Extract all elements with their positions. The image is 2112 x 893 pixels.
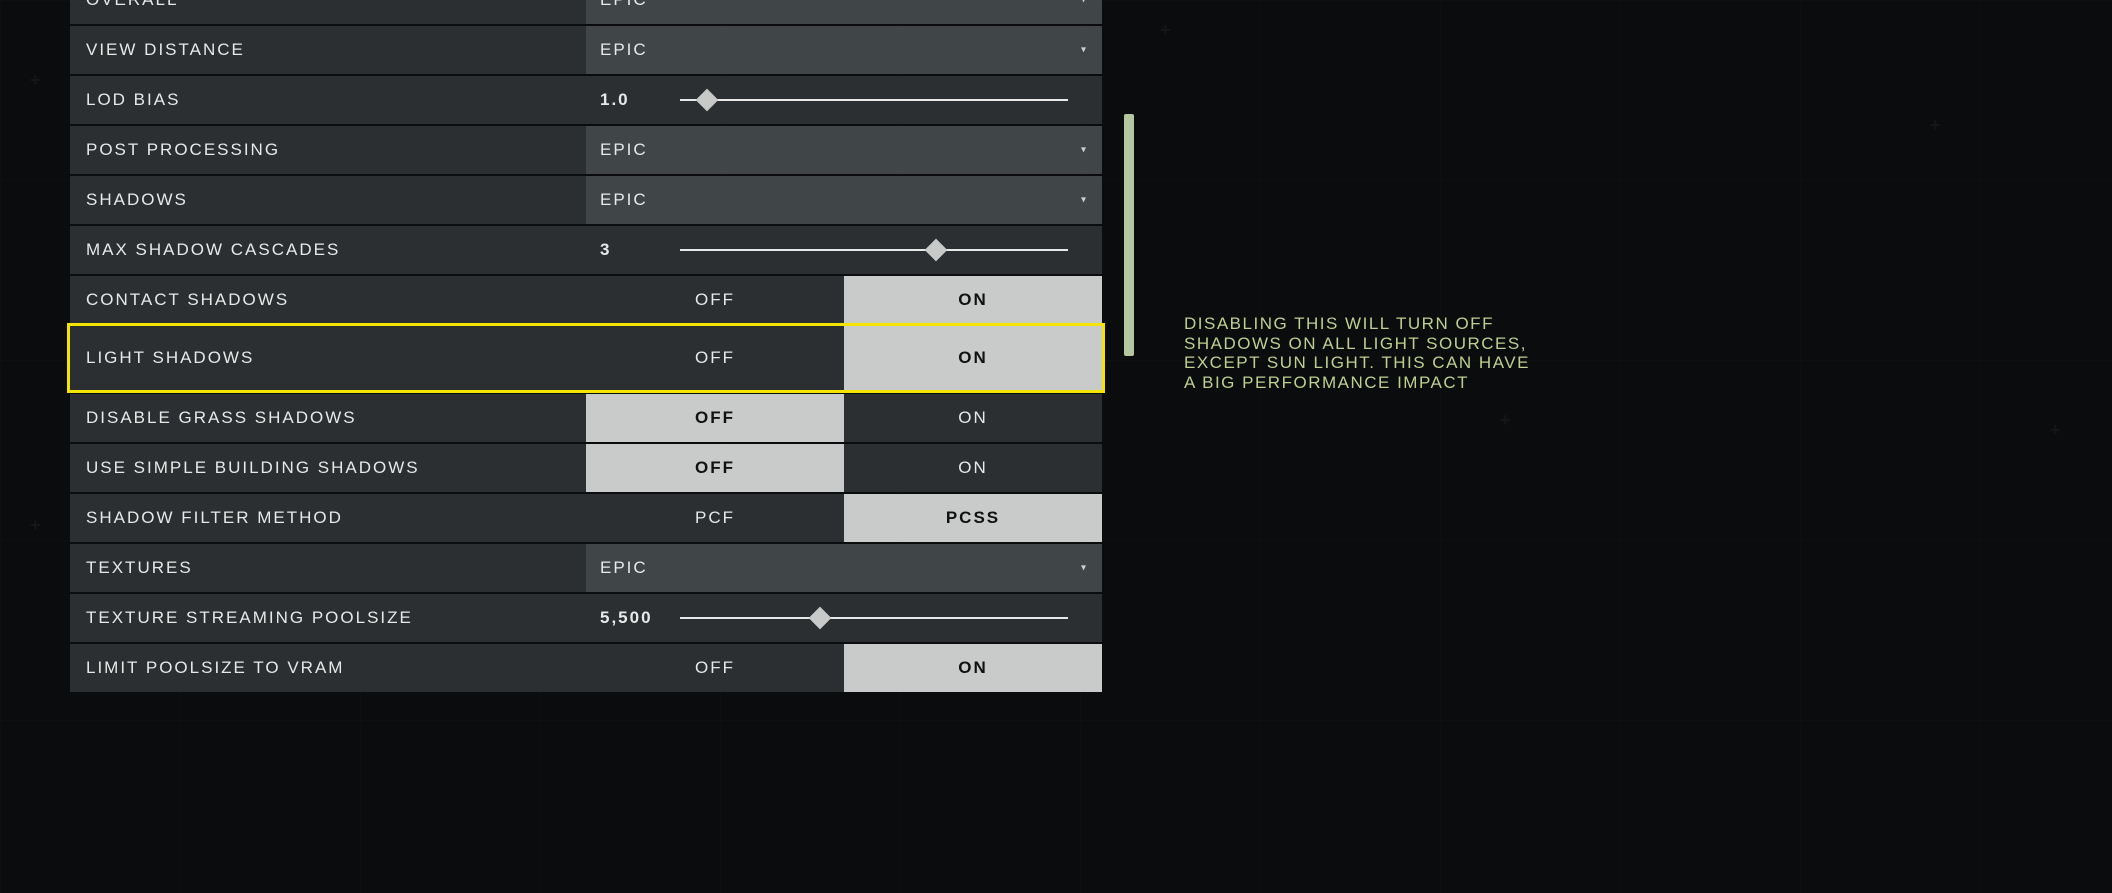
setting-row: DISABLE GRASS SHADOWSOFFON	[70, 394, 1102, 442]
setting-label: VIEW DISTANCE	[70, 26, 586, 74]
setting-label: LIGHT SHADOWS	[70, 326, 586, 390]
toggle-option-b[interactable]: ON	[844, 644, 1102, 692]
setting-control: 3	[586, 226, 1102, 274]
setting-control: EPIC ▾	[586, 26, 1102, 74]
setting-row: TEXTURES EPIC ▾	[70, 544, 1102, 592]
dropdown-value: EPIC	[600, 0, 648, 10]
setting-row: USE SIMPLE BUILDING SHADOWSOFFON	[70, 444, 1102, 492]
slider-track[interactable]	[680, 99, 1068, 101]
quality-dropdown[interactable]: EPIC ▾	[586, 176, 1102, 224]
setting-label: OVERALL	[70, 0, 586, 24]
setting-control: EPIC ▾	[586, 544, 1102, 592]
setting-row: CONTACT SHADOWSOFFON	[70, 276, 1102, 324]
setting-control: OFFON	[586, 276, 1102, 324]
slider-thumb[interactable]	[808, 607, 831, 630]
quality-dropdown[interactable]: EPIC ▾	[586, 0, 1102, 24]
chevron-down-icon: ▾	[1081, 563, 1088, 574]
setting-label: CONTACT SHADOWS	[70, 276, 586, 324]
slider-value: 5,500	[600, 608, 680, 628]
setting-control: OFFON	[586, 444, 1102, 492]
toggle: OFFON	[586, 644, 1102, 692]
dropdown-value: EPIC	[600, 558, 648, 578]
setting-control: EPIC ▾	[586, 176, 1102, 224]
setting-control: EPIC ▾	[586, 0, 1102, 24]
setting-label: TEXTURES	[70, 544, 586, 592]
setting-row: TEXTURE STREAMING POOLSIZE 5,500	[70, 594, 1102, 642]
setting-row: OVERALL EPIC ▾	[70, 0, 1102, 24]
setting-label: MAX SHADOW CASCADES	[70, 226, 586, 274]
slider-value: 1.0	[600, 90, 680, 110]
setting-control: OFFON	[586, 326, 1102, 390]
slider[interactable]: 1.0	[586, 76, 1102, 124]
chevron-down-icon: ▾	[1081, 145, 1088, 156]
setting-control: PCFPCSS	[586, 494, 1102, 542]
toggle-option-b[interactable]: ON	[844, 394, 1102, 442]
toggle-option-b[interactable]: ON	[844, 326, 1102, 390]
settings-panel: OVERALL EPIC ▾ VIEW DISTANCE EPIC ▾ LOD BIAS 1.…	[70, 0, 1102, 694]
setting-row: LOD BIAS 1.0	[70, 76, 1102, 124]
chevron-down-icon: ▾	[1081, 0, 1088, 6]
setting-row: SHADOW FILTER METHODPCFPCSS	[70, 494, 1102, 542]
dropdown-value: EPIC	[600, 40, 648, 60]
quality-dropdown[interactable]: EPIC ▾	[586, 126, 1102, 174]
toggle-option-a[interactable]: OFF	[586, 644, 844, 692]
toggle: OFFON	[586, 444, 1102, 492]
toggle-option-a[interactable]: OFF	[586, 444, 844, 492]
setting-control: OFFON	[586, 644, 1102, 692]
toggle-option-a[interactable]: OFF	[586, 394, 844, 442]
setting-control: OFFON	[586, 394, 1102, 442]
setting-row: POST PROCESSING EPIC ▾	[70, 126, 1102, 174]
toggle: PCFPCSS	[586, 494, 1102, 542]
setting-label: DISABLE GRASS SHADOWS	[70, 394, 586, 442]
setting-row: SHADOWS EPIC ▾	[70, 176, 1102, 224]
dropdown-value: EPIC	[600, 190, 648, 210]
slider-value: 3	[600, 240, 680, 260]
setting-label: USE SIMPLE BUILDING SHADOWS	[70, 444, 586, 492]
setting-row: LIGHT SHADOWSOFFON	[70, 326, 1102, 390]
settings-scrollbar[interactable]	[1124, 114, 1134, 356]
setting-label: POST PROCESSING	[70, 126, 586, 174]
slider-track[interactable]	[680, 249, 1068, 251]
toggle-option-b[interactable]: ON	[844, 276, 1102, 324]
setting-description: DISABLING THIS WILL TURN OFF SHADOWS ON …	[1184, 314, 1544, 392]
toggle-option-b[interactable]: ON	[844, 444, 1102, 492]
setting-label: TEXTURE STREAMING POOLSIZE	[70, 594, 586, 642]
slider[interactable]: 3	[586, 226, 1102, 274]
slider-thumb[interactable]	[696, 89, 719, 112]
quality-dropdown[interactable]: EPIC ▾	[586, 544, 1102, 592]
toggle: OFFON	[586, 326, 1102, 390]
toggle: OFFON	[586, 394, 1102, 442]
toggle-option-a[interactable]: OFF	[586, 276, 844, 324]
dropdown-value: EPIC	[600, 140, 648, 160]
chevron-down-icon: ▾	[1081, 195, 1088, 206]
toggle-option-a[interactable]: OFF	[586, 326, 844, 390]
toggle-option-b[interactable]: PCSS	[844, 494, 1102, 542]
setting-row: LIMIT POOLSIZE TO VRAMOFFON	[70, 644, 1102, 692]
chevron-down-icon: ▾	[1081, 45, 1088, 56]
quality-dropdown[interactable]: EPIC ▾	[586, 26, 1102, 74]
toggle-option-a[interactable]: PCF	[586, 494, 844, 542]
slider[interactable]: 5,500	[586, 594, 1102, 642]
setting-label: LOD BIAS	[70, 76, 586, 124]
setting-row: MAX SHADOW CASCADES 3	[70, 226, 1102, 274]
setting-label: LIMIT POOLSIZE TO VRAM	[70, 644, 586, 692]
setting-control: 5,500	[586, 594, 1102, 642]
slider-thumb[interactable]	[925, 239, 948, 262]
setting-control: EPIC ▾	[586, 126, 1102, 174]
setting-control: 1.0	[586, 76, 1102, 124]
setting-row: VIEW DISTANCE EPIC ▾	[70, 26, 1102, 74]
toggle: OFFON	[586, 276, 1102, 324]
setting-label: SHADOW FILTER METHOD	[70, 494, 586, 542]
setting-label: SHADOWS	[70, 176, 586, 224]
slider-track[interactable]	[680, 617, 1068, 619]
